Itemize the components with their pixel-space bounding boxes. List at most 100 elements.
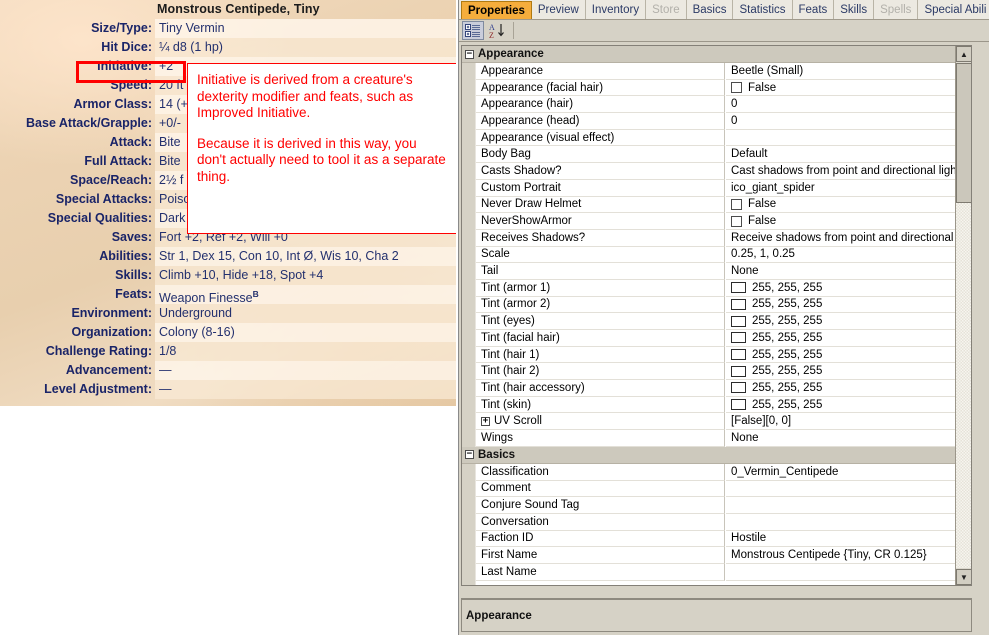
property-row[interactable]: Tint (facial hair) 255, 255, 255 [462, 330, 971, 347]
property-row[interactable]: Conversation [462, 513, 971, 531]
property-name-cell: Casts Shadow? [476, 163, 725, 180]
property-row[interactable]: Comment [462, 480, 971, 498]
color-swatch-icon[interactable] [731, 332, 746, 344]
property-value-cell[interactable]: 255, 255, 255 [726, 396, 971, 414]
property-row[interactable]: Tint (armor 2) 255, 255, 255 [462, 296, 971, 314]
property-grid[interactable]: − Appearance Appearance Beetle (Small) Appea… [461, 45, 972, 586]
property-value-cell[interactable]: Beetle (Small) [726, 63, 971, 80]
property-value-cell[interactable] [726, 513, 971, 531]
property-row[interactable]: Faction ID Hostile [462, 530, 971, 548]
property-row[interactable]: Tint (hair 2) 255, 255, 255 [462, 363, 971, 381]
property-value-cell[interactable]: None [726, 430, 971, 447]
scroll-up-button[interactable]: ▲ [956, 46, 971, 62]
property-row[interactable]: Conjure Sound Tag [462, 497, 971, 514]
property-value-cell[interactable] [726, 480, 971, 498]
category-name: Basics [478, 448, 516, 461]
property-value-cell[interactable]: 255, 255, 255 [726, 279, 971, 297]
property-value-cell[interactable]: 255, 255, 255 [726, 346, 971, 364]
property-row[interactable]: Receives Shadows? Receive shadows from po… [462, 229, 971, 247]
property-value-cell[interactable]: Monstrous Centipede {Tiny, CR 0.125} [726, 547, 971, 564]
grid-vertical-scrollbar[interactable]: ▲ ▼ [955, 46, 971, 585]
color-swatch-icon[interactable] [731, 298, 746, 310]
property-row[interactable]: Custom Portrait ico_giant_spider [462, 179, 971, 197]
tab-special-abili[interactable]: Special Abili [918, 0, 989, 19]
color-swatch-icon[interactable] [731, 399, 746, 411]
property-value-cell[interactable]: 0 [726, 96, 971, 114]
tab-basics[interactable]: Basics [687, 0, 734, 19]
property-value-cell[interactable]: Cast shadows from point and directional … [726, 163, 971, 180]
property-row[interactable]: Never Draw Helmet False [462, 196, 971, 214]
property-value-cell[interactable]: False [726, 196, 971, 214]
property-value-cell[interactable] [726, 497, 971, 514]
property-row[interactable]: Scale 0.25, 1, 0.25 [462, 246, 971, 264]
property-category-row[interactable]: − Appearance [462, 46, 971, 63]
categorized-view-button[interactable] [462, 21, 484, 40]
color-swatch-icon[interactable] [731, 349, 746, 361]
property-value-cell[interactable]: 0.25, 1, 0.25 [726, 246, 971, 264]
property-row[interactable]: First Name Monstrous Centipede {Tiny, CR … [462, 547, 971, 564]
scroll-down-button[interactable]: ▼ [956, 569, 971, 585]
property-value-cell[interactable]: 255, 255, 255 [726, 330, 971, 347]
property-row[interactable]: Appearance (facial hair) False [462, 79, 971, 97]
color-swatch-icon[interactable] [731, 315, 746, 327]
property-category-row[interactable]: − Basics [462, 446, 971, 464]
property-name: Tint (facial hair) [481, 331, 560, 344]
property-value: [False][0, 0] [731, 415, 792, 428]
property-row[interactable]: Wings None [462, 430, 971, 447]
stat-row-label: Hit Dice: [101, 40, 152, 54]
color-swatch-icon[interactable] [731, 365, 746, 377]
property-value-cell[interactable]: 255, 255, 255 [726, 380, 971, 397]
property-row[interactable]: Tint (hair accessory) 255, 255, 255 [462, 380, 971, 397]
property-row[interactable]: Last Name [462, 563, 971, 581]
scrollbar-thumb[interactable] [956, 63, 971, 203]
property-row[interactable]: Classification 0_Vermin_Centipede [462, 463, 971, 481]
property-row[interactable]: Appearance (head) 0 [462, 113, 971, 130]
property-row[interactable]: NeverShowArmor False [462, 213, 971, 230]
tab-feats[interactable]: Feats [793, 0, 835, 19]
tab-skills[interactable]: Skills [834, 0, 875, 19]
stat-row-value: Climb +10, Hide +18, Spot +4 [155, 266, 456, 285]
property-row[interactable]: Tint (hair 1) 255, 255, 255 [462, 346, 971, 364]
property-row[interactable]: Casts Shadow? Cast shadows from point and… [462, 163, 971, 180]
property-row[interactable]: Appearance Beetle (Small) [462, 63, 971, 80]
property-row[interactable]: Appearance (visual effect) [462, 129, 971, 147]
alphabetical-sort-button[interactable]: A Z [486, 21, 508, 40]
collapse-expander-icon[interactable]: − [465, 450, 474, 460]
property-value-cell[interactable]: 255, 255, 255 [726, 313, 971, 330]
property-row[interactable]: Body Bag Default [462, 146, 971, 164]
property-value-cell[interactable] [726, 563, 971, 581]
property-value-cell[interactable]: 255, 255, 255 [726, 296, 971, 314]
property-value: False [748, 81, 777, 94]
checkbox-icon[interactable] [731, 198, 742, 210]
tab-properties[interactable]: Properties [461, 1, 532, 19]
property-value-cell[interactable]: 0 [726, 113, 971, 130]
property-row[interactable]: Tint (armor 1) 255, 255, 255 [462, 279, 971, 297]
tab-inventory[interactable]: Inventory [586, 0, 647, 19]
property-value-cell[interactable]: 0_Vermin_Centipede [726, 463, 971, 481]
property-value-cell[interactable]: Default [726, 146, 971, 164]
property-value-cell[interactable]: [False][0, 0] [726, 413, 971, 431]
property-value-cell[interactable]: Hostile [726, 530, 971, 548]
tab-statistics[interactable]: Statistics [733, 0, 793, 19]
color-swatch-icon[interactable] [731, 282, 746, 294]
property-value-cell[interactable]: False [726, 213, 971, 230]
property-value-cell[interactable]: False [726, 79, 971, 97]
property-name-cell: Appearance (head) [476, 113, 725, 130]
property-value-cell[interactable]: 255, 255, 255 [726, 363, 971, 381]
property-row[interactable]: Tint (skin) 255, 255, 255 [462, 396, 971, 414]
property-value-cell[interactable]: Receive shadows from point and direction… [726, 229, 971, 247]
checkbox-icon[interactable] [731, 215, 742, 227]
property-row[interactable]: Tail None [462, 263, 971, 280]
property-row[interactable]: + UV Scroll [False][0, 0] [462, 413, 971, 431]
property-row[interactable]: Appearance (hair) 0 [462, 96, 971, 114]
checkbox-icon[interactable] [731, 82, 742, 94]
color-swatch-icon[interactable] [731, 382, 746, 394]
property-row[interactable]: Tint (eyes) 255, 255, 255 [462, 313, 971, 330]
collapse-expander-icon[interactable]: − [465, 49, 474, 59]
property-value-cell[interactable] [726, 129, 971, 147]
expand-expander-icon[interactable]: + [481, 416, 490, 426]
property-value-cell[interactable]: ico_giant_spider [726, 179, 971, 197]
tab-preview[interactable]: Preview [532, 0, 586, 19]
property-name: NeverShowArmor [481, 215, 572, 228]
property-value-cell[interactable]: None [726, 263, 971, 280]
